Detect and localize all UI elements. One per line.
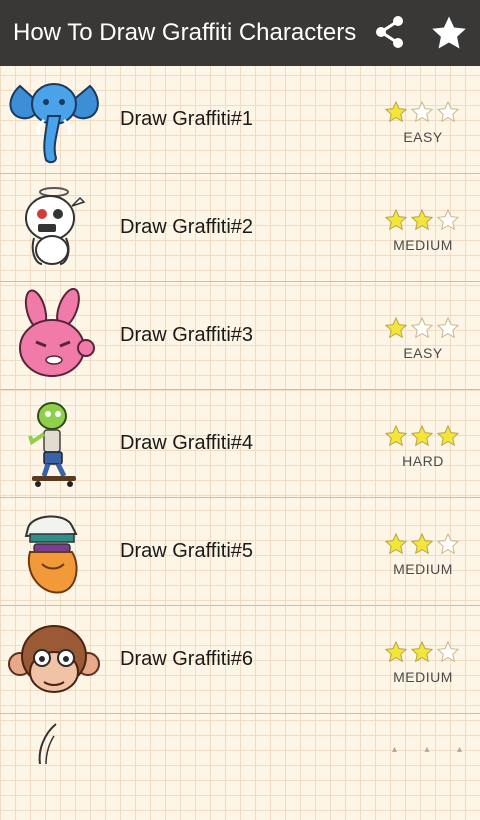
star-filled-icon	[410, 208, 434, 231]
item-title: Draw Graffiti#5	[120, 540, 254, 562]
star-rating	[384, 424, 462, 448]
star-empty-icon	[436, 640, 460, 663]
difficulty-label: HARD	[402, 453, 444, 469]
star-partial-icon: ▴	[456, 744, 462, 755]
bearded-man-thumbnail	[24, 515, 78, 594]
star-icon[interactable]	[430, 14, 468, 52]
star-empty-icon	[436, 100, 460, 123]
partial-star-rating: ▴ ▴ ▴	[392, 744, 462, 755]
star-rating	[384, 208, 462, 232]
item-title: Draw Graffiti#1	[120, 108, 254, 130]
app-title: How To Draw Graffiti Characters	[13, 19, 357, 46]
partial-thumbnail	[38, 723, 57, 764]
star-filled-icon	[384, 640, 408, 663]
star-filled-icon	[384, 100, 408, 123]
difficulty-label: MEDIUM	[393, 561, 453, 577]
star-filled-icon	[384, 532, 408, 555]
list-item[interactable]: Draw Graffiti#3 EASY	[0, 282, 480, 390]
star-filled-icon	[410, 424, 434, 447]
star-filled-icon	[410, 640, 434, 663]
list-item-partial[interactable]: ▴ ▴ ▴	[0, 714, 480, 764]
item-title: Draw Graffiti#2	[120, 216, 254, 238]
star-rating	[384, 532, 462, 556]
item-title: Draw Graffiti#4	[120, 432, 254, 454]
star-rating	[384, 316, 462, 340]
star-partial-icon: ▴	[392, 744, 398, 755]
star-empty-icon	[436, 532, 460, 555]
monkey-thumbnail	[8, 625, 100, 693]
star-empty-icon	[436, 316, 460, 339]
list-item[interactable]: Draw Graffiti#6 MEDIUM	[0, 606, 480, 714]
difficulty-label: MEDIUM	[393, 237, 453, 253]
difficulty-label: EASY	[403, 129, 443, 145]
app-bar: How To Draw Graffiti Characters	[0, 0, 480, 66]
elephant-thumbnail	[9, 83, 99, 164]
list-item[interactable]: Draw Graffiti#5 MEDIUM	[0, 498, 480, 606]
star-filled-icon	[384, 208, 408, 231]
pink-bunny-thumbnail	[19, 288, 95, 377]
lesson-list: Draw Graffiti#1 EASY Draw Graffiti#2 MED…	[0, 66, 480, 764]
item-title: Draw Graffiti#3	[120, 324, 254, 346]
ghost-bunny-thumbnail	[25, 187, 86, 265]
share-icon[interactable]	[374, 14, 406, 50]
star-filled-icon	[410, 532, 434, 555]
list-item[interactable]: Draw Graffiti#1 EASY	[0, 66, 480, 174]
star-empty-icon	[410, 100, 434, 123]
difficulty-label: MEDIUM	[393, 669, 453, 685]
list-item[interactable]: Draw Graffiti#2 MEDIUM	[0, 174, 480, 282]
difficulty-label: EASY	[403, 345, 443, 361]
star-filled-icon	[436, 424, 460, 447]
star-empty-icon	[436, 208, 460, 231]
star-filled-icon	[384, 316, 408, 339]
list-item[interactable]: Draw Graffiti#4 HARD	[0, 390, 480, 498]
star-filled-icon	[384, 424, 408, 447]
item-title: Draw Graffiti#6	[120, 648, 254, 670]
star-rating	[384, 100, 462, 124]
star-partial-icon: ▴	[424, 744, 430, 755]
star-rating	[384, 640, 462, 664]
zombie-thumbnail	[28, 402, 76, 487]
star-empty-icon	[410, 316, 434, 339]
